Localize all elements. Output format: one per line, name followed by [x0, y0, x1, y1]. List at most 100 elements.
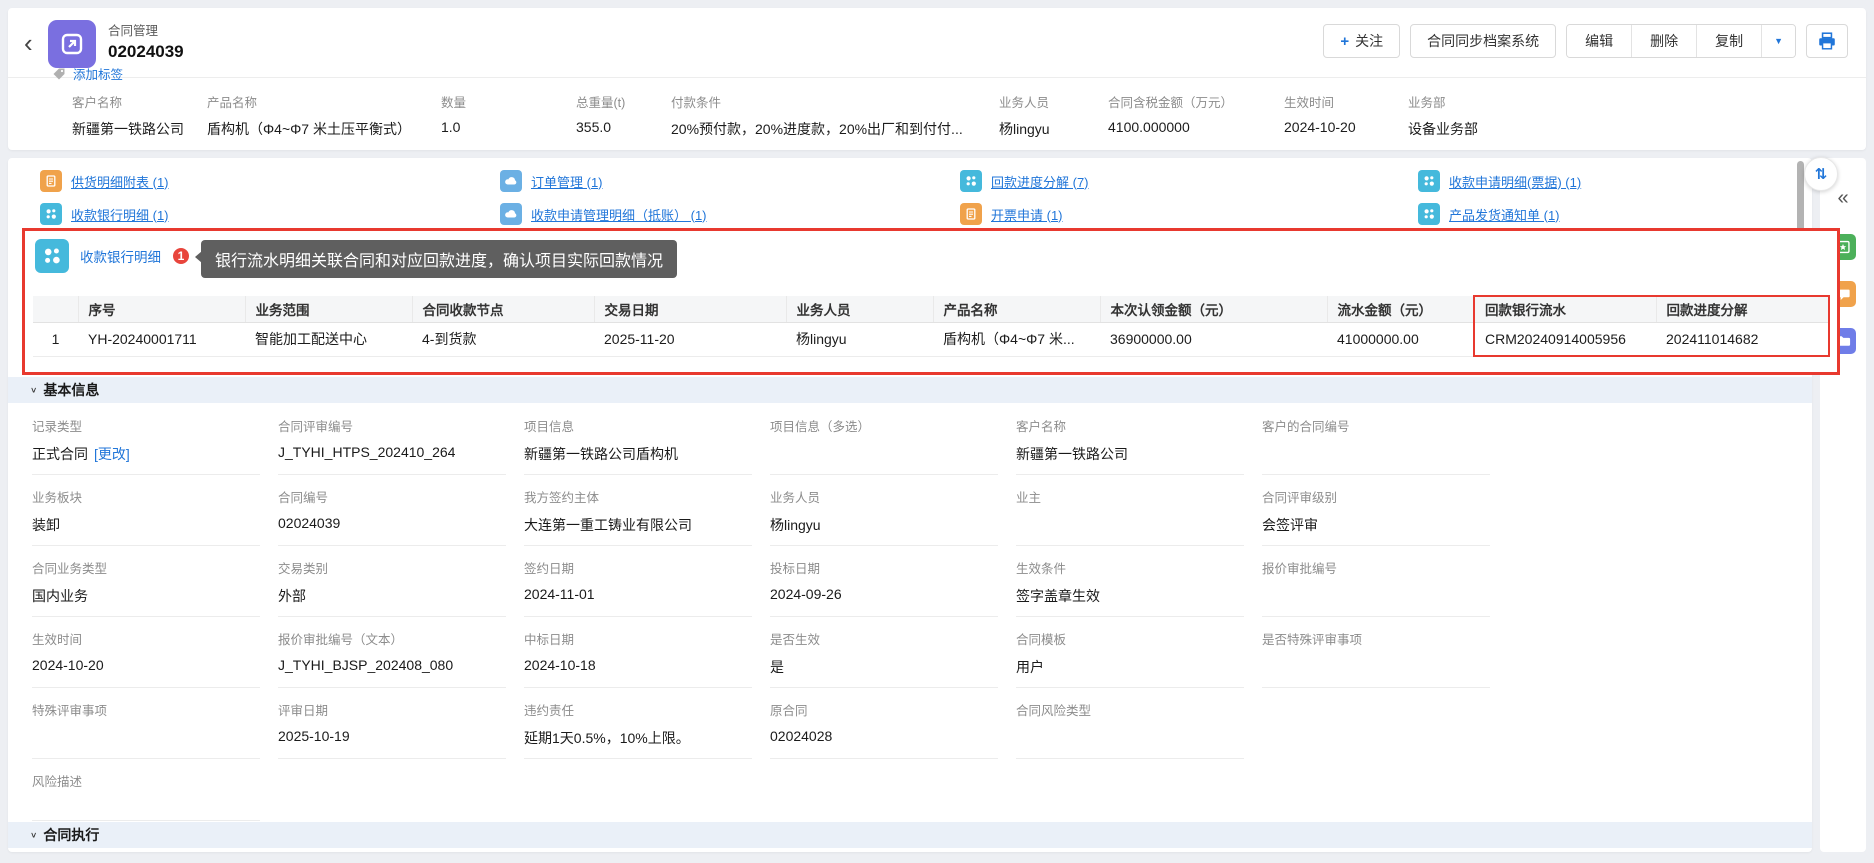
trade-date-cell: 2025-11-20: [594, 322, 786, 357]
bank-detail-link[interactable]: 收款银行明细 (1): [40, 203, 500, 225]
guide-tooltip: 银行流水明细关联合同和对应回款进度，确认项目实际回款情况: [194, 240, 678, 278]
bank-flow-highlight-box: 收款银行明细 1 银行流水明细关联合同和对应回款进度，确认项目实际回款情况 序号…: [22, 228, 1840, 375]
col-header: 业务人员: [786, 296, 934, 323]
basic-info-fields: 记录类型 正式合同 [更改] 合同评审编号 J_TYHI_HTPS_202410_26…: [32, 416, 1490, 821]
chevron-down-icon: ∨: [30, 830, 38, 840]
bank-flow-link[interactable]: CRM20240914005956: [1473, 322, 1656, 357]
receipt-icon: [960, 203, 982, 225]
salesperson-link[interactable]: 杨lingyu: [770, 515, 998, 535]
cloud-icon: [500, 170, 522, 192]
col-header: 产品名称: [933, 296, 1101, 323]
info-field: 中标日期 2024-10-18: [524, 629, 752, 688]
info-field: 合同评审级别 会签评审: [1262, 487, 1490, 546]
table-row: 1 YH-20240001711 智能加工配送中心 4-到货款 2025-11-…: [33, 322, 1830, 357]
printer-icon: [1819, 32, 1835, 50]
serial-number-link[interactable]: YH-20240001711: [78, 322, 245, 357]
info-field: 报价审批编号: [1262, 558, 1490, 617]
molecule-icon: [40, 203, 62, 225]
progress-split-link[interactable]: 202411014682: [1656, 322, 1830, 357]
copy-button[interactable]: 复制: [1696, 25, 1762, 57]
row-number-header: [33, 296, 79, 323]
order-mgmt-link[interactable]: 订单管理 (1): [500, 170, 960, 192]
info-field: 投标日期 2024-09-26: [770, 558, 998, 617]
add-tag-button[interactable]: 添加标签: [52, 64, 123, 83]
col-header: 回款银行流水: [1473, 295, 1657, 323]
bank-flow-table: 序号 业务范围 合同收款节点 交易日期 业务人员 产品名称 本次认领金额（元） …: [33, 295, 1830, 357]
bank-flow-section-title[interactable]: 收款银行明细: [80, 246, 161, 266]
follow-button[interactable]: + 关注: [1323, 24, 1401, 58]
info-field: 风险描述: [32, 771, 260, 821]
owner-link[interactable]: 杨lingyu: [999, 119, 1100, 139]
delete-button[interactable]: 删除: [1631, 25, 1697, 57]
object-type-label: 合同管理: [108, 24, 159, 38]
info-field: 原合同 02024028: [770, 700, 998, 759]
summary-field: 生效时间 2024-10-20: [1284, 96, 1356, 135]
col-header: 回款进度分解: [1656, 295, 1830, 323]
info-field: 合同业务类型 国内业务: [32, 558, 260, 617]
offset-request-detail-link[interactable]: 收款申请管理明细（抵账） (1): [500, 203, 960, 225]
info-field: 记录类型 正式合同 [更改]: [32, 416, 260, 475]
summary-field: 业务部 设备业务部: [1408, 96, 1478, 137]
summary-field: 数量 1.0: [441, 96, 467, 135]
info-field: 报价审批编号（文本） J_TYHI_BJSP_202408_080: [278, 629, 506, 688]
edit-button[interactable]: 编辑: [1567, 25, 1632, 57]
contract-object-icon: [48, 20, 96, 68]
action-button-group: 编辑 删除 复制 ▼: [1566, 24, 1796, 58]
molecule-icon: [1418, 170, 1440, 192]
invoice-request-link[interactable]: 开票申请 (1): [960, 203, 1418, 225]
info-field: 违约责任 延期1天0.5%，10%上限。: [524, 700, 752, 759]
molecule-icon: [960, 170, 982, 192]
molecule-icon: [35, 239, 69, 273]
collapse-panel-icon[interactable]: «: [1837, 188, 1848, 208]
plus-icon: +: [1340, 32, 1350, 50]
record-number: 02024039: [108, 42, 184, 61]
tag-icon: [53, 68, 65, 79]
molecule-icon: [1418, 203, 1440, 225]
info-field: 是否特殊评审事项: [1262, 629, 1490, 688]
sync-archive-button[interactable]: 合同同步档案系统: [1410, 24, 1557, 58]
add-tag-label: 添加标签: [73, 68, 124, 82]
summary-field: 产品名称 盾构机（Φ4~Φ7 米土压平衡式）: [207, 96, 411, 137]
info-field: 是否生效是: [770, 629, 998, 688]
col-header: 本次认领金额（元）: [1100, 296, 1328, 323]
business-scope-link[interactable]: 智能加工配送中心: [245, 322, 412, 357]
col-header: 合同收款节点: [412, 296, 595, 323]
summary-field: 业务人员 杨lingyu: [999, 92, 1108, 139]
bank-flow-section-header: 收款银行明细: [35, 239, 161, 273]
more-actions-dropdown[interactable]: ▼: [1761, 25, 1795, 57]
review-number-link[interactable]: J_TYHI_HTPS_202410_264: [278, 444, 506, 460]
supply-detail-link[interactable]: 供货明细附表 (1): [40, 170, 500, 192]
info-field: 评审日期 2025-10-19: [278, 700, 506, 759]
header-actions: + 关注 合同同步档案系统 编辑 删除 复制 ▼: [1323, 24, 1848, 58]
payment-progress-link[interactable]: 回款进度分解 (7): [960, 170, 1418, 192]
info-field: 合同模板 用户: [1016, 629, 1244, 688]
salesperson-link[interactable]: 杨lingyu: [786, 322, 933, 357]
swap-view-button[interactable]: ⇅: [1804, 157, 1838, 191]
contract-exec-section-header[interactable]: ∨ 合同执行: [8, 822, 1812, 848]
info-field: 合同风险类型: [1016, 700, 1244, 759]
col-header: 业务范围: [245, 296, 413, 323]
summary-field: 客户名称 新疆第一铁路公司: [72, 92, 207, 139]
detail-card: 供货明细附表 (1) 订单管理 (1) 回款进度分解 (7) 收款申请明细(票据…: [8, 158, 1840, 852]
receipt-request-detail-link[interactable]: 收款申请明细(票据) (1): [1418, 170, 1581, 192]
customer-link[interactable]: 新疆第一铁路公司: [1016, 444, 1244, 464]
print-button[interactable]: [1806, 24, 1848, 58]
summary-bar: 客户名称 新疆第一铁路公司 产品名称 盾构机（Φ4~Φ7 米土压平衡式） 数量 1.0…: [8, 78, 1866, 139]
original-contract-link[interactable]: 02024028: [770, 728, 998, 744]
empty-slot: [1262, 700, 1490, 759]
payment-node-cell: 4-到货款: [412, 322, 594, 357]
info-field: 项目信息（多选）: [770, 416, 998, 475]
summary-field: 总重量(t) 355.0: [576, 96, 626, 135]
change-record-type-link[interactable]: [更改]: [94, 446, 130, 462]
summary-field: 合同含税金额（万元） 4100.000000: [1108, 96, 1234, 135]
customer-link[interactable]: 新疆第一铁路公司: [72, 119, 199, 139]
cloud-icon: [500, 203, 522, 225]
basic-info-section-header[interactable]: ∨ 基本信息: [8, 377, 1812, 403]
shipping-notice-link[interactable]: 产品发货通知单 (1): [1418, 203, 1581, 225]
record-header: ‹ 合同管理 02024039 添加标签 + 关注 合同同步档案系统 编辑 删除…: [8, 8, 1866, 82]
info-field: 客户的合同编号: [1262, 416, 1490, 475]
basic-info-title: 基本信息: [43, 382, 100, 398]
project-link[interactable]: 新疆第一铁路公司盾构机: [524, 444, 752, 464]
back-button[interactable]: ‹: [24, 30, 33, 56]
col-header: 序号: [78, 296, 246, 323]
